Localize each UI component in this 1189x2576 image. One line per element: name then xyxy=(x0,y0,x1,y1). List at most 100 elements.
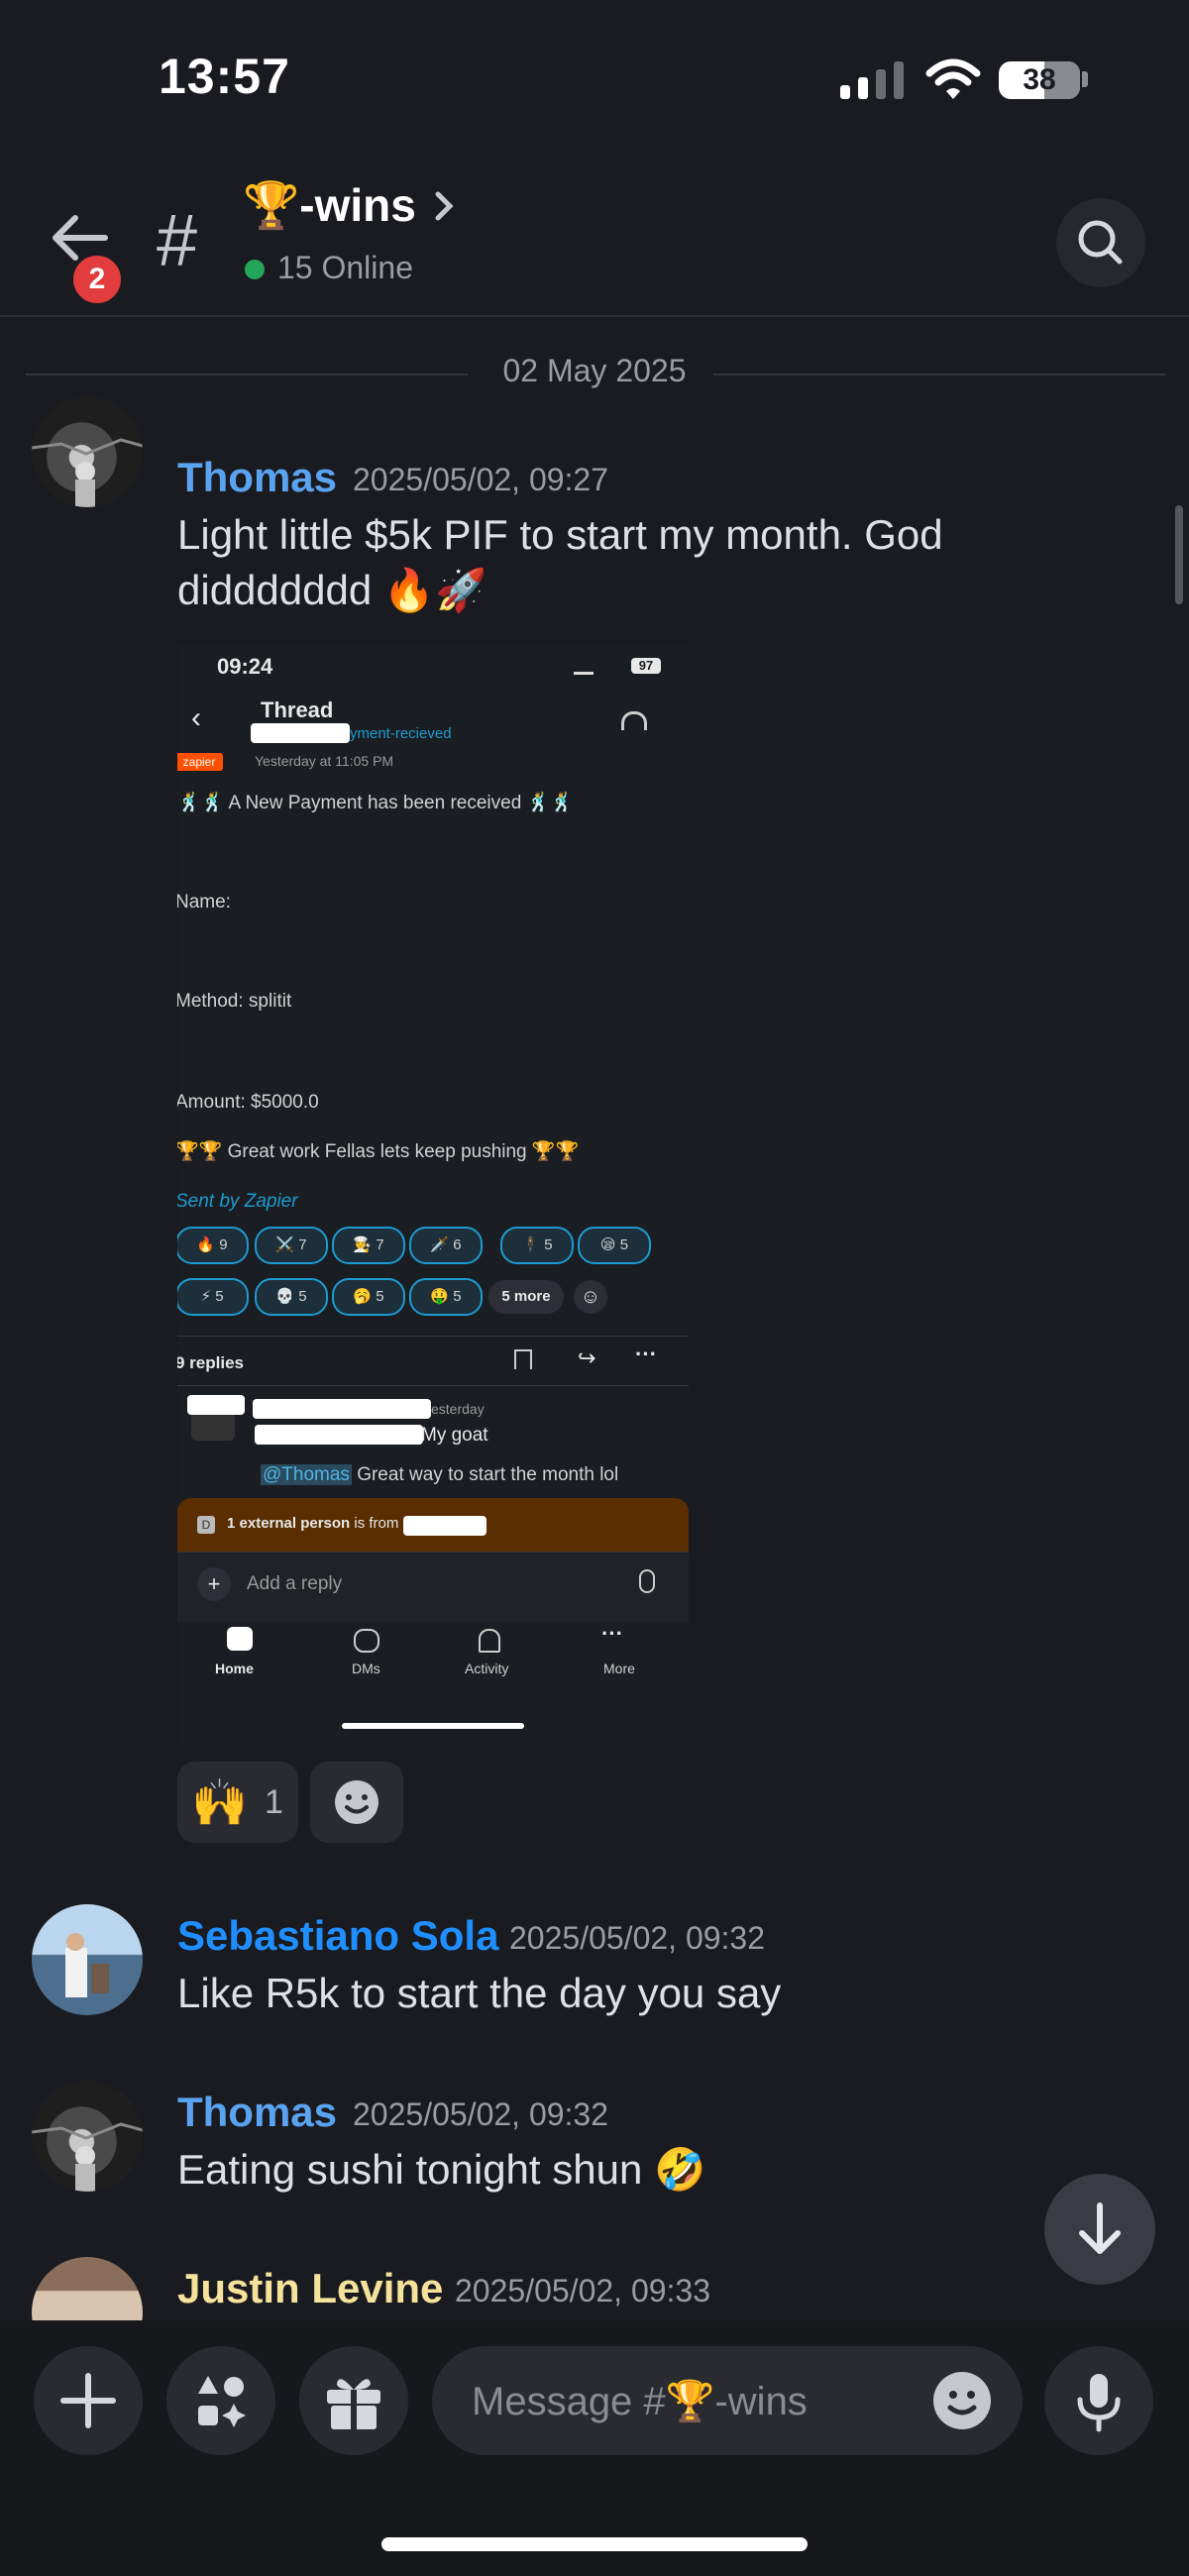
mention: @Thomas xyxy=(261,1464,352,1485)
headphones-icon xyxy=(621,711,647,730)
author-name[interactable]: Thomas xyxy=(177,454,337,501)
mention-text: Great way to start the month lol xyxy=(351,1464,619,1485)
shot-divider-2 xyxy=(177,1385,689,1386)
date-divider-line-left xyxy=(26,374,468,376)
shot-time: 09:24 xyxy=(217,654,273,679)
shot-channel: yment-recieved xyxy=(350,725,452,742)
battery-level: 38 xyxy=(1023,63,1056,96)
avatar[interactable] xyxy=(32,2081,143,2192)
shot-signal-icon xyxy=(574,660,594,675)
shot-reaction-pill: 🗡️ 6 xyxy=(409,1227,483,1264)
emoji-picker-icon[interactable] xyxy=(931,2370,993,2431)
shot-tab-home: Home xyxy=(215,1661,254,1676)
battery-cap xyxy=(1082,71,1088,87)
message-text: Eating sushi tonight shun 🤣 xyxy=(177,2146,706,2193)
message-input[interactable]: Message #🏆-wins xyxy=(432,2346,1023,2455)
date-divider-line-right xyxy=(713,374,1165,376)
attached-image[interactable]: 09:24 97 ‹ Thread yment-recieved zapier … xyxy=(177,644,689,1744)
add-reaction-button[interactable] xyxy=(310,1762,403,1843)
shot-reaction-pill: 🤑 5 xyxy=(409,1278,483,1316)
chevron-right-icon xyxy=(435,191,454,220)
arrow-down-icon xyxy=(1079,2202,1121,2254)
redacted-block xyxy=(255,1425,423,1445)
method-label: Method: splitit xyxy=(177,991,292,1012)
microphone-icon xyxy=(1077,2374,1121,2432)
shot-reaction-pill: ⚡ 5 xyxy=(177,1278,249,1316)
message-text: Light little $5k PIF to start my month. … xyxy=(177,511,943,558)
shot-reaction-pill: 🕴️ 5 xyxy=(500,1227,574,1264)
shot-plus-icon: + xyxy=(197,1567,231,1601)
shot-bookmark-icon xyxy=(514,1349,532,1369)
reaction-emoji: 🙌 xyxy=(191,1776,249,1828)
avatar[interactable] xyxy=(32,396,143,507)
emoji-smile-icon xyxy=(335,1780,378,1824)
message-timestamp: 2025/05/02, 09:32 xyxy=(509,1920,766,1956)
shot-share-icon: ↪ xyxy=(578,1345,596,1370)
shot-reaction-pill: 😪 5 xyxy=(578,1227,651,1264)
amount-label: Amount: $5000.0 xyxy=(177,1092,319,1113)
shot-tab-activity: Activity xyxy=(465,1661,509,1676)
apps-icon xyxy=(198,2376,246,2427)
shot-thread-title: Thread xyxy=(261,698,334,722)
shot-back-icon: ‹ xyxy=(191,701,201,734)
author-name[interactable]: Thomas xyxy=(177,2089,337,2136)
author-name[interactable]: Justin Levine xyxy=(177,2265,443,2312)
name-label: Name: xyxy=(177,892,231,912)
external-icon: D xyxy=(197,1516,215,1534)
replies-count: 9 replies xyxy=(177,1353,244,1372)
message-timestamp: 2025/05/02, 09:33 xyxy=(455,2273,711,2308)
unread-badge: 2 xyxy=(69,252,125,307)
add-attachment-button[interactable] xyxy=(34,2346,143,2455)
shot-more-reactions: 5 more xyxy=(488,1280,564,1314)
wifi-icon xyxy=(925,58,981,99)
message-timestamp: 2025/05/02, 09:32 xyxy=(353,2096,609,2132)
zapier-tag: zapier xyxy=(177,753,223,771)
avatar[interactable] xyxy=(32,1904,143,2015)
online-count: 15 Online xyxy=(277,250,413,285)
plus-icon xyxy=(60,2373,116,2428)
gift-button[interactable] xyxy=(299,2346,408,2455)
jump-to-present-button[interactable] xyxy=(1044,2174,1155,2285)
shot-reaction-pill: 🥱 5 xyxy=(332,1278,405,1316)
message-timestamp: 2025/05/02, 09:27 xyxy=(353,462,609,497)
shot-home-indicator xyxy=(342,1723,524,1729)
channel-hash-icon: # xyxy=(157,199,198,281)
shot-bell-icon xyxy=(479,1629,500,1653)
shot-more-icon: ··· xyxy=(635,1342,657,1366)
voice-message-button[interactable] xyxy=(1044,2346,1153,2455)
reaction-raised-hands[interactable]: 🙌 1 xyxy=(177,1762,298,1843)
message-text: Like R5k to start the day you say xyxy=(177,1970,782,2016)
shot-dms-icon xyxy=(354,1629,379,1653)
author-name[interactable]: Sebastiano Sola xyxy=(177,1912,498,1960)
shot-more-dots-icon: ··· xyxy=(601,1621,623,1646)
shot-tab-more: More xyxy=(603,1661,635,1676)
header-divider xyxy=(0,315,1189,317)
shot-battery: 97 xyxy=(631,658,661,674)
scrollbar[interactable] xyxy=(1175,505,1183,604)
reply-text: My goat xyxy=(421,1425,488,1446)
reply-placeholder: Add a reply xyxy=(247,1573,343,1594)
sent-by-zapier: Sent by Zapier xyxy=(177,1191,298,1212)
channel-title[interactable]: 🏆-wins xyxy=(243,178,460,233)
message-text-cont: diddddddd 🔥🚀 xyxy=(177,567,487,613)
shot-tab-bar: Home DMs Activity ··· More xyxy=(177,1621,689,1696)
home-indicator xyxy=(381,2537,808,2551)
shot-reaction-pill: ⚔️ 7 xyxy=(255,1227,328,1264)
shot-divider xyxy=(177,1336,689,1337)
redacted-block xyxy=(403,1516,486,1536)
reaction-count: 1 xyxy=(265,1783,283,1821)
payment-headline: 🕺🕺 A New Payment has been received 🕺🕺 xyxy=(177,793,574,813)
redacted-block xyxy=(251,723,350,743)
shot-reaction-pill: 💀 5 xyxy=(255,1278,328,1316)
date-divider: 02 May 2025 xyxy=(502,353,687,388)
great-work-text: 🏆🏆 Great work Fellas lets keep pushing 🏆… xyxy=(177,1141,580,1162)
shot-home-icon xyxy=(227,1627,253,1651)
shot-reaction-pill: 🔥 9 xyxy=(177,1227,249,1264)
search-button[interactable] xyxy=(1056,198,1145,287)
status-time: 13:57 xyxy=(159,49,290,104)
external-notice: 1 external person is from xyxy=(227,1515,399,1532)
cellular-signal-icon xyxy=(840,61,906,99)
reply-mention-line: @Thomas Great way to start the month lol xyxy=(261,1464,618,1486)
apps-button[interactable] xyxy=(166,2346,275,2455)
message-placeholder: Message #🏆-wins xyxy=(472,2380,808,2423)
